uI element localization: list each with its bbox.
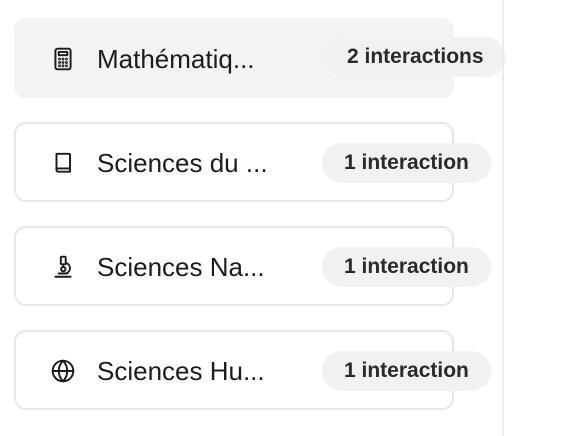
interaction-count-badge: 1 interaction bbox=[322, 143, 491, 183]
subject-item-sciences-humaines[interactable]: Sciences Hu... 1 interaction bbox=[14, 330, 491, 410]
subject-label: Sciences Hu... bbox=[97, 356, 265, 386]
interaction-count-badge: 1 interaction bbox=[322, 351, 491, 391]
subject-item-sciences-naturelles[interactable]: Sciences Na... 1 interaction bbox=[14, 226, 491, 306]
subject-item-sciences-du[interactable]: Sciences du ... 1 interaction bbox=[14, 122, 491, 202]
calculator-icon bbox=[50, 46, 76, 72]
interaction-count-badge: 2 interactions bbox=[325, 37, 506, 77]
interaction-count-badge: 1 interaction bbox=[322, 247, 491, 287]
microscope-icon bbox=[50, 254, 76, 280]
subject-panel: Mathématiq... 2 interactions Sciences du… bbox=[0, 0, 586, 436]
globe-icon bbox=[50, 358, 76, 384]
subject-label: Sciences du ... bbox=[97, 148, 268, 178]
subject-item-mathematiques[interactable]: Mathématiq... 2 interactions bbox=[14, 18, 506, 98]
subject-label: Mathématiq... bbox=[97, 44, 255, 74]
subject-list: Mathématiq... 2 interactions Sciences du… bbox=[14, 18, 534, 434]
subject-label: Sciences Na... bbox=[97, 252, 265, 282]
book-icon bbox=[50, 150, 76, 176]
panel-divider bbox=[502, 0, 504, 436]
